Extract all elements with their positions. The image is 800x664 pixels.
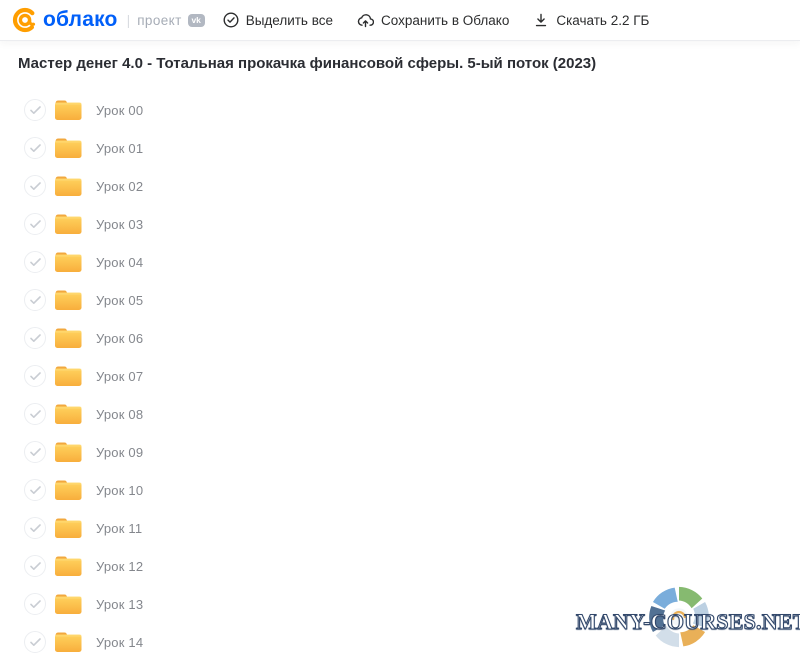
- folder-row[interactable]: Урок 12: [0, 547, 800, 585]
- check-icon: [29, 143, 41, 152]
- folder-row[interactable]: Урок 11: [0, 509, 800, 547]
- row-checkbox[interactable]: [24, 99, 46, 121]
- check-icon: [29, 219, 41, 228]
- folder-icon: [55, 594, 82, 614]
- header-actions: Выделить все Сохранить в Облако Скачать …: [223, 12, 649, 28]
- check-icon: [29, 485, 41, 494]
- folder-icon: [55, 366, 82, 386]
- check-icon: [29, 371, 41, 380]
- folder-icon: [55, 176, 82, 196]
- folder-name: Урок 09: [96, 444, 144, 460]
- folder-name: Урок 10: [96, 482, 144, 498]
- project-label: проект: [137, 12, 182, 28]
- check-icon: [29, 637, 41, 646]
- folder-row[interactable]: Урок 14: [0, 623, 800, 661]
- folder-icon: [55, 100, 82, 120]
- page-title: Мастер денег 4.0 - Тотальная прокачка фи…: [18, 55, 597, 72]
- row-checkbox[interactable]: [24, 441, 46, 463]
- folder-name: Урок 11: [96, 520, 143, 536]
- check-icon: [29, 295, 41, 304]
- folder-row[interactable]: Урок 10: [0, 471, 800, 509]
- row-checkbox[interactable]: [24, 555, 46, 577]
- folder-icon: [55, 480, 82, 500]
- folder-name: Урок 13: [96, 596, 144, 612]
- save-to-cloud-button[interactable]: Сохранить в Облако: [357, 12, 509, 28]
- folder-name: Урок 12: [96, 558, 144, 574]
- folder-icon: [55, 518, 82, 538]
- header-bar: облако | проект vk Выделить все Сохранит…: [0, 0, 800, 40]
- folder-name: Урок 05: [96, 292, 144, 308]
- select-all-button[interactable]: Выделить все: [223, 12, 333, 28]
- folder-row[interactable]: Урок 04: [0, 243, 800, 281]
- select-all-label: Выделить все: [245, 12, 333, 28]
- row-checkbox[interactable]: [24, 289, 46, 311]
- folder-icon: [55, 138, 82, 158]
- folder-name: Урок 14: [96, 634, 144, 650]
- folder-icon: [55, 252, 82, 272]
- folder-row[interactable]: Урок 05: [0, 281, 800, 319]
- folder-name: Урок 03: [96, 216, 144, 232]
- row-checkbox[interactable]: [24, 593, 46, 615]
- row-checkbox[interactable]: [24, 479, 46, 501]
- check-icon: [29, 409, 41, 418]
- folder-row[interactable]: Урок 01: [0, 129, 800, 167]
- brand-name: облако: [43, 8, 118, 31]
- folder-icon: [55, 290, 82, 310]
- download-icon: [536, 13, 547, 27]
- download-button[interactable]: Скачать 2.2 ГБ: [533, 12, 649, 28]
- folder-list: Урок 00 Урок 01 Урок 02 Урок 03 Урок 04 …: [0, 91, 800, 661]
- cloud-upload-icon: [357, 14, 374, 28]
- row-checkbox[interactable]: [24, 175, 46, 197]
- folder-icon: [55, 632, 82, 652]
- folder-icon: [55, 556, 82, 576]
- folder-icon: [55, 328, 82, 348]
- download-label: Скачать 2.2 ГБ: [556, 12, 650, 28]
- check-icon: [29, 523, 41, 532]
- folder-name: Урок 07: [96, 368, 144, 384]
- folder-row[interactable]: Урок 00: [0, 91, 800, 129]
- cloud-mailru-logo[interactable]: облако | проект vk: [12, 7, 205, 33]
- row-checkbox[interactable]: [24, 365, 46, 387]
- folder-icon: [55, 404, 82, 424]
- brand-divider: |: [126, 12, 131, 28]
- folder-icon: [55, 442, 82, 462]
- check-icon: [29, 447, 41, 456]
- folder-name: Урок 04: [96, 254, 144, 270]
- folder-name: Урок 02: [96, 178, 144, 194]
- check-icon: [29, 561, 41, 570]
- folder-name: Урок 06: [96, 330, 144, 346]
- vk-badge-icon: vk: [187, 13, 205, 27]
- check-icon: [29, 181, 41, 190]
- folder-row[interactable]: Урок 03: [0, 205, 800, 243]
- row-checkbox[interactable]: [24, 403, 46, 425]
- save-to-cloud-label: Сохранить в Облако: [381, 12, 510, 28]
- folder-row[interactable]: Урок 13: [0, 585, 800, 623]
- row-checkbox[interactable]: [24, 251, 46, 273]
- check-icon: [29, 105, 41, 114]
- row-checkbox[interactable]: [24, 517, 46, 539]
- check-icon: [29, 333, 41, 342]
- mailru-at-icon: [12, 7, 38, 33]
- check-icon: [29, 599, 41, 608]
- folder-icon: [55, 214, 82, 234]
- folder-name: Урок 08: [96, 406, 144, 422]
- folder-row[interactable]: Урок 09: [0, 433, 800, 471]
- folder-row[interactable]: Урок 08: [0, 395, 800, 433]
- folder-name: Урок 01: [96, 140, 144, 156]
- folder-row[interactable]: Урок 06: [0, 319, 800, 357]
- folder-row[interactable]: Урок 02: [0, 167, 800, 205]
- row-checkbox[interactable]: [24, 137, 46, 159]
- folder-row[interactable]: Урок 07: [0, 357, 800, 395]
- check-circle-icon: [223, 12, 239, 28]
- row-checkbox[interactable]: [24, 327, 46, 349]
- row-checkbox[interactable]: [24, 631, 46, 653]
- check-icon: [29, 257, 41, 266]
- folder-name: Урок 00: [96, 102, 144, 118]
- row-checkbox[interactable]: [24, 213, 46, 235]
